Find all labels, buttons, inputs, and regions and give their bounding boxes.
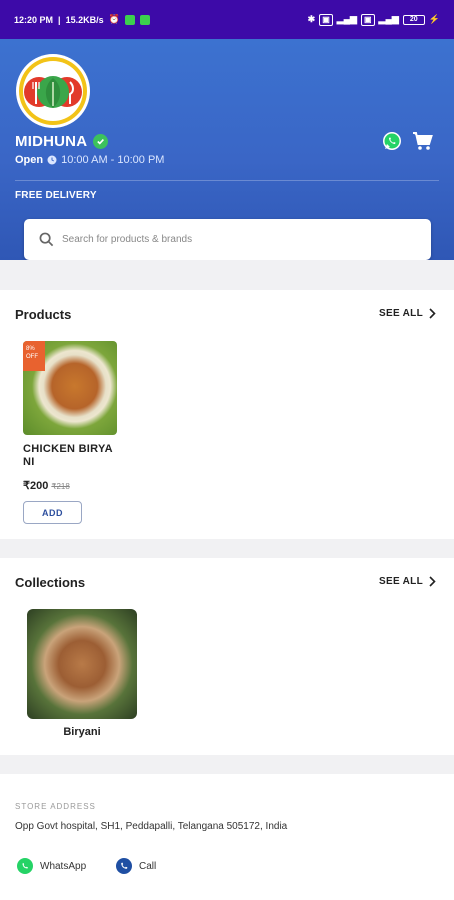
collection-card[interactable]: Biryani (27, 609, 137, 738)
volte-icon: ▣ (319, 13, 333, 26)
call-label: Call (139, 860, 157, 872)
phone-icon (116, 858, 132, 874)
section-separator (0, 755, 454, 774)
verified-badge-icon (93, 134, 109, 149)
alarm-icon: ⏰ (108, 14, 120, 24)
product-card[interactable]: 8% OFF CHICKEN BIRYANI ₹200 ₹218 ADD (23, 341, 117, 524)
store-address-text: Opp Govt hospital, SH1, Peddapalli, Tela… (15, 821, 288, 832)
signal2-icon: ▂▄▆ (378, 14, 399, 24)
whatsapp-contact-button[interactable]: WhatsApp (17, 858, 86, 874)
collection-image[interactable] (27, 609, 137, 719)
cart-icon (413, 132, 433, 150)
store-hours: Open 10:00 AM - 10:00 PM (15, 154, 164, 166)
header-divider (15, 180, 439, 181)
network-speed: 15.2KB/s (65, 14, 104, 25)
product-name: CHICKEN BIRYANI (23, 443, 113, 468)
notification-app-icon (124, 14, 135, 25)
open-status: Open (15, 154, 44, 166)
whatsapp-label: WhatsApp (40, 860, 87, 872)
add-to-cart-button[interactable]: ADD (23, 501, 82, 524)
whatsapp-header-button[interactable] (382, 131, 402, 156)
products-title: Products (15, 307, 72, 322)
volte2-icon: ▣ (360, 13, 375, 26)
clock-icon (47, 155, 57, 165)
call-contact-button[interactable]: Call (116, 858, 156, 874)
cart-button[interactable] (412, 131, 434, 156)
see-all-label: SEE ALL (379, 576, 423, 587)
section-separator (0, 260, 454, 290)
search-input[interactable] (62, 234, 431, 245)
signal-icon: ▂▄▆ (336, 14, 357, 24)
free-delivery-label: FREE DELIVERY (15, 190, 97, 201)
whatsapp-icon (17, 858, 33, 874)
products-see-all-button[interactable]: SEE ALL (379, 308, 436, 319)
store-logo (16, 54, 90, 128)
store-address-heading: STORE ADDRESS (15, 802, 96, 811)
price-row: ₹200 ₹218 (23, 479, 70, 492)
discount-badge: 8% OFF (23, 341, 45, 371)
see-all-label: SEE ALL (379, 308, 423, 319)
collections-see-all-button[interactable]: SEE ALL (379, 576, 436, 587)
status-time: 12:20 PM (14, 14, 54, 25)
product-price: ₹200 (23, 480, 49, 492)
charging-icon: ⚡ (428, 14, 440, 24)
search-icon (39, 232, 54, 247)
section-separator (0, 539, 454, 558)
search-bar[interactable] (24, 219, 431, 260)
header-actions (382, 131, 434, 156)
product-image[interactable]: 8% OFF (23, 341, 117, 435)
battery-icon: 20 (402, 14, 425, 25)
hours-text: 10:00 AM - 10:00 PM (61, 154, 165, 166)
store-header: MIDHUNA Open 10:00 AM - 10:00 PM FREE DE… (0, 39, 454, 260)
store-name: MIDHUNA (15, 133, 109, 150)
notification-whatsapp-icon (139, 14, 150, 25)
collections-title: Collections (15, 575, 86, 590)
whatsapp-icon (383, 132, 401, 150)
product-mrp: ₹218 (51, 482, 70, 491)
store-logo-icon (19, 57, 87, 125)
chevron-right-icon (429, 308, 436, 319)
collection-label: Biryani (63, 726, 101, 738)
chevron-right-icon (429, 576, 436, 587)
bluetooth-icon: ✱ (307, 14, 316, 24)
status-bar: 12:20 PM | 15.2KB/s ⏰ ✱ ▣ ▂▄▆ ▣ ▂▄▆ 20 ⚡ (0, 0, 454, 39)
store-name-text: MIDHUNA (15, 133, 88, 150)
